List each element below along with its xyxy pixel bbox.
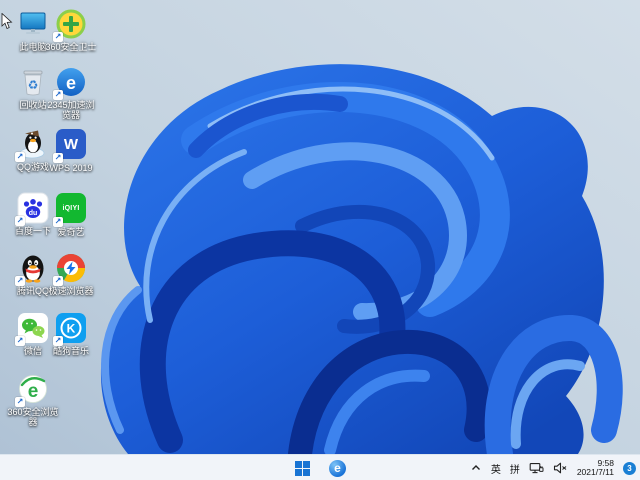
shortcut-arrow-icon: ↗ — [53, 276, 63, 286]
svg-text:♻: ♻ — [28, 78, 39, 92]
icon-label: 爱奇艺 — [57, 227, 85, 237]
desktop-icon-360-safe[interactable]: ↗ 360安全卫士 — [43, 8, 99, 52]
shortcut-arrow-icon: ↗ — [53, 217, 63, 227]
shortcut-arrow-icon: ↗ — [15, 216, 25, 226]
icon-label: 360安全卫士 — [45, 42, 97, 52]
input-method-pinyin-indicator[interactable]: 拼 — [510, 461, 520, 476]
shortcut-arrow-icon: ↗ — [15, 276, 25, 286]
shortcut-arrow-icon: ↗ — [53, 336, 63, 346]
svg-text:e: e — [66, 73, 76, 93]
desktop-icon-kugou-music[interactable]: K ↗ 酷狗音乐 — [43, 312, 99, 356]
icon-label: 2345加速浏览器 — [47, 100, 95, 120]
speaker-muted-icon — [553, 462, 567, 474]
desktop-icon-360-browser[interactable]: e ↗ 360安全浏览器 — [5, 373, 61, 427]
network-icon — [529, 462, 544, 473]
iqiyi-wordmark: iQIYI — [62, 204, 80, 212]
mouse-cursor — [1, 13, 13, 30]
icon-label: 极速浏览器 — [48, 286, 94, 296]
volume-tray-button[interactable] — [553, 455, 568, 480]
clock[interactable]: 9:58 2021/7/11 — [576, 457, 614, 478]
windows-11-desktop-screen: 此电脑 ↗ 360安全卫士 ♻ 回收站 e ↗ 2345加速浏览器 ↗ QQ游戏… — [0, 0, 640, 480]
windows-logo-icon — [295, 460, 310, 476]
edge-icon: e — [329, 459, 346, 477]
shortcut-arrow-icon: ↗ — [53, 153, 63, 163]
desktop-icon-2345-browser[interactable]: e ↗ 2345加速浏览器 — [43, 66, 99, 120]
icon-label: WPS 2019 — [49, 163, 93, 173]
svg-text:K: K — [67, 322, 76, 336]
desktop[interactable]: 此电脑 ↗ 360安全卫士 ♻ 回收站 e ↗ 2345加速浏览器 ↗ QQ游戏… — [0, 0, 640, 454]
shortcut-arrow-icon: ↗ — [15, 152, 25, 162]
shortcut-arrow-icon: ↗ — [15, 336, 25, 346]
desktop-icon-speed-browser[interactable]: ↗ 极速浏览器 — [43, 252, 99, 296]
shortcut-arrow-icon: ↗ — [53, 90, 63, 100]
desktop-icon-wps-2019[interactable]: W ↗ WPS 2019 — [43, 128, 99, 173]
edge-taskbar-button[interactable]: e — [328, 458, 348, 478]
clock-date: 2021/7/11 — [576, 467, 614, 477]
icon-label: 360安全浏览器 — [7, 407, 59, 427]
start-button[interactable] — [293, 458, 313, 478]
system-tray: 英 拼 9:58 2021/7/11 3 — [470, 455, 640, 480]
taskbar: e 英 拼 9:58 2021/7/11 3 — [0, 454, 640, 480]
svg-text:e: e — [28, 381, 39, 402]
chevron-up-icon — [471, 465, 480, 470]
input-language-indicator[interactable]: 英 — [491, 461, 501, 476]
clock-time: 9:58 — [597, 457, 614, 468]
svg-text:du: du — [29, 210, 38, 217]
notification-badge[interactable]: 3 — [623, 461, 636, 475]
desktop-icon-iqiyi[interactable]: iQIYI ↗ 爱奇艺 — [43, 192, 99, 237]
shortcut-arrow-icon: ↗ — [15, 397, 25, 407]
wps-letter: W — [63, 135, 79, 153]
network-tray-button[interactable] — [529, 455, 544, 480]
icon-label: 酷狗音乐 — [52, 346, 89, 356]
shortcut-arrow-icon: ↗ — [53, 32, 63, 42]
hidden-icons-chevron[interactable] — [470, 455, 482, 480]
